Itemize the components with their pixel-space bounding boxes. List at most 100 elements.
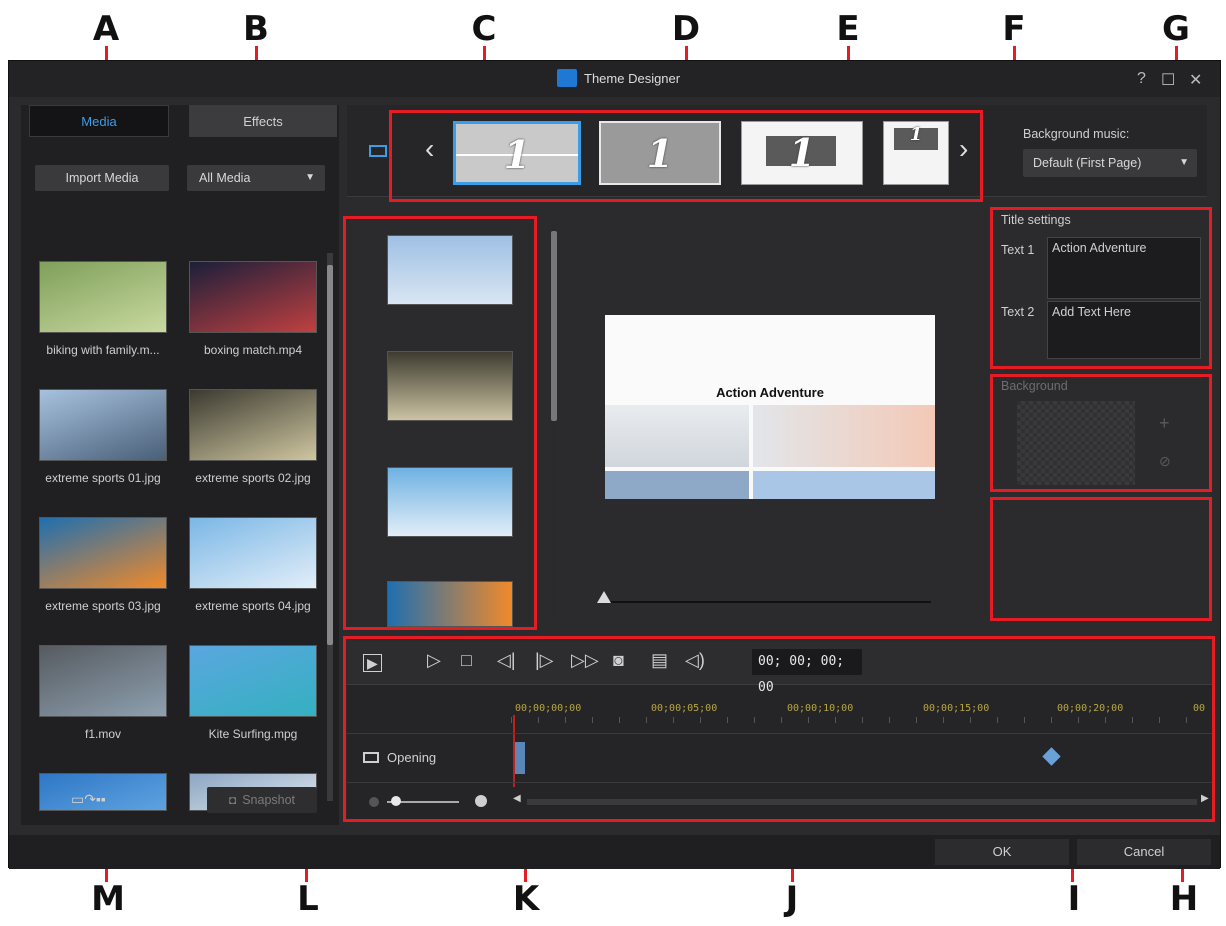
media-item-label: Kite Surfing.mpg — [208, 727, 298, 741]
next-frame-icon[interactable]: |▷ — [535, 651, 554, 669]
media-item[interactable]: Kite Surfing.mpg — [183, 645, 323, 741]
clip-slot-4[interactable] — [387, 581, 513, 627]
template-thumb-3[interactable]: 1 — [741, 121, 863, 185]
annotated-screenshot: A B C D E F G M L K J I H Theme Designer… — [0, 0, 1226, 926]
media-item-label: extreme sports 03.jpg — [45, 599, 161, 613]
preview-image-bottom-right — [753, 471, 935, 499]
track-icon — [363, 752, 379, 763]
callout-k: K — [512, 879, 540, 919]
background-music-select[interactable]: Default (First Page) ▼ — [1023, 149, 1197, 177]
storyboard-toggle-icon[interactable]: ▭↷▪▪ — [71, 791, 106, 808]
media-item-label: extreme sports 04.jpg — [195, 599, 311, 613]
template-1-number: 1 — [503, 132, 531, 177]
help-button[interactable]: ? — [1137, 70, 1146, 88]
media-item[interactable]: extreme sports 04.jpg — [183, 517, 323, 613]
callout-e: E — [836, 9, 860, 49]
zoom-slider-handle[interactable] — [391, 796, 401, 806]
import-media-button[interactable]: Import Media — [35, 165, 169, 191]
ok-button[interactable]: OK — [935, 839, 1069, 865]
tab-effects[interactable]: Effects — [189, 105, 337, 137]
window-title: Theme Designer — [584, 71, 681, 86]
clip-slot-2[interactable] — [387, 351, 513, 421]
app-icon — [557, 69, 577, 87]
media-thumbnail[interactable] — [39, 389, 167, 461]
text2-input[interactable]: Add Text Here — [1047, 301, 1201, 359]
media-item[interactable]: biking with family.m... — [33, 261, 173, 357]
callout-l: L — [297, 879, 319, 919]
media-library-panel: Media Effects Import Media All Media ▼ b… — [21, 105, 339, 825]
media-item-label: biking with family.m... — [46, 343, 160, 357]
snapshot-button[interactable]: ◘ Snapshot — [207, 787, 317, 813]
media-item[interactable]: extreme sports 03.jpg — [33, 517, 173, 613]
media-filter-select[interactable]: All Media ▼ — [187, 165, 325, 191]
text1-input[interactable]: Action Adventure — [1047, 237, 1201, 299]
close-button[interactable]: ✕ — [1189, 70, 1202, 90]
timeline-hscrollbar[interactable] — [527, 799, 1197, 805]
play-mode-icon[interactable]: ▶ — [363, 654, 382, 672]
remove-background-icon[interactable]: ⊘ — [1159, 453, 1171, 470]
theme-designer-window: Theme Designer ? ☐ ✕ Media Effects Impor… — [8, 60, 1221, 869]
media-item-label: f1.mov — [84, 727, 121, 741]
ruler-mark-0: 00;00;00;00 — [515, 703, 582, 714]
timecode-display: 00; 00; 00; 00 — [752, 649, 862, 695]
previous-frame-icon[interactable]: ◁| — [497, 651, 516, 669]
timeline-panel: ▶ ▷ □ ◁| |▷ ▷▷ ◙ ▤ ◁) 00; 00; 00; 00 00;… — [347, 641, 1215, 819]
media-item[interactable]: f1.mov — [33, 645, 173, 741]
template-thumb-2[interactable]: 1 — [599, 121, 721, 185]
ruler-mark-1: 00;00;05;00 — [651, 703, 718, 714]
media-item-label: extreme sports 01.jpg — [45, 471, 161, 485]
volume-icon[interactable]: ◁) — [685, 651, 705, 669]
subtitle-icon[interactable]: ▤ — [651, 651, 668, 669]
timeline-scroll-right[interactable]: ▶ — [1201, 793, 1209, 804]
timeline-scroll-left[interactable]: ◀ — [513, 793, 521, 804]
template-mode-icon[interactable] — [369, 145, 387, 157]
maximize-button[interactable]: ☐ — [1161, 70, 1175, 90]
preview-scrubber-track[interactable] — [599, 601, 931, 603]
clip-list-scrollbar-thumb[interactable] — [551, 231, 557, 421]
stop-icon[interactable]: □ — [461, 651, 472, 669]
cancel-button[interactable]: Cancel — [1077, 839, 1211, 865]
template-thumb-1[interactable]: 1 — [453, 121, 581, 185]
background-label: Background — [1001, 379, 1068, 393]
template-next-button[interactable]: › — [959, 135, 968, 163]
media-thumbnail[interactable] — [189, 389, 317, 461]
media-item[interactable]: extreme sports 01.jpg — [33, 389, 173, 485]
tab-media[interactable]: Media — [29, 105, 169, 137]
callout-d: D — [671, 9, 701, 49]
ruler-ticks — [511, 717, 1211, 723]
media-item[interactable]: extreme sports 02.jpg — [183, 389, 323, 485]
preview-image-bottom-left — [605, 471, 749, 499]
media-thumbnail[interactable] — [189, 517, 317, 589]
media-thumbnail[interactable] — [39, 261, 167, 333]
clip-slot-3[interactable] — [387, 467, 513, 537]
template-3-number: 1 — [788, 130, 816, 175]
media-thumbnail[interactable] — [39, 645, 167, 717]
add-background-icon[interactable]: + — [1159, 413, 1170, 434]
preview-image-right — [753, 405, 935, 467]
template-thumb-4[interactable]: 1 — [883, 121, 949, 185]
clip-start-marker[interactable] — [515, 742, 525, 774]
media-thumbnail[interactable] — [189, 261, 317, 333]
media-thumbnail[interactable] — [189, 645, 317, 717]
media-scrollbar-thumb[interactable] — [327, 265, 333, 645]
callout-m: M — [91, 879, 125, 919]
clip-slot-1[interactable] — [387, 235, 513, 305]
background-image-slot[interactable] — [1017, 401, 1135, 485]
snapshot-icon[interactable]: ◙ — [613, 651, 624, 669]
chevron-down-icon: ▼ — [305, 172, 315, 183]
zoom-in-icon[interactable] — [475, 795, 487, 807]
preview-scrubber-handle[interactable] — [597, 591, 611, 603]
media-thumbnail[interactable] — [39, 517, 167, 589]
template-4-number: 1 — [909, 124, 923, 145]
fast-forward-icon[interactable]: ▷▷ — [571, 651, 599, 669]
media-item[interactable]: boxing match.mp4 — [183, 261, 323, 357]
text2-label: Text 2 — [1001, 305, 1035, 319]
keyframe-marker[interactable] — [1042, 747, 1061, 766]
zoom-out-icon[interactable] — [369, 797, 379, 807]
media-filter-value: All Media — [199, 171, 251, 185]
template-prev-button[interactable]: ‹ — [425, 135, 434, 163]
track-label: Opening — [387, 750, 437, 765]
ruler-mark-4: 00;00;20;00 — [1057, 703, 1124, 714]
ruler-mark-3: 00;00;15;00 — [923, 703, 990, 714]
play-icon[interactable]: ▷ — [427, 651, 441, 669]
